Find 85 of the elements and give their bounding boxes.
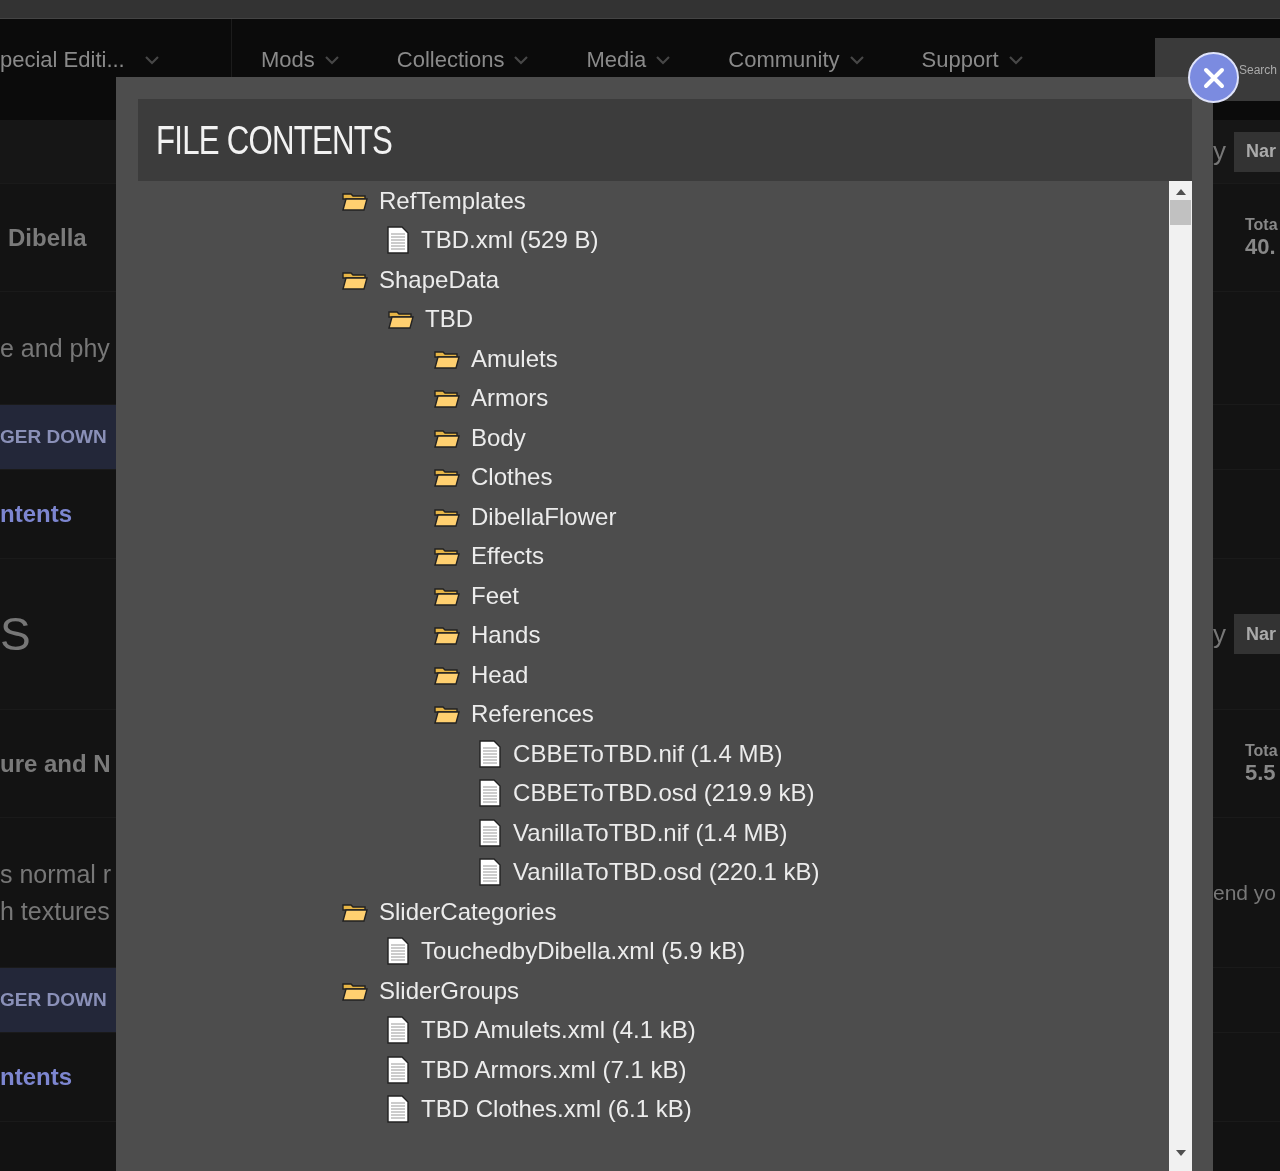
folder-icon	[342, 269, 368, 290]
file-item[interactable]: VanillaToTBD.nif (1.4 MB)	[342, 813, 1169, 853]
chevron-down-icon	[656, 55, 671, 65]
folder-icon	[434, 664, 460, 685]
folder-icon	[434, 427, 460, 448]
folder-item[interactable]: Body	[342, 418, 1169, 458]
sort-label: y	[1213, 618, 1226, 650]
file-icon	[387, 1095, 410, 1124]
folder-item[interactable]: ShapeData	[342, 260, 1169, 300]
folder-item[interactable]: SliderCategories	[342, 892, 1169, 932]
folder-item[interactable]: Clothes	[342, 457, 1169, 497]
file-icon	[387, 937, 410, 966]
file-item[interactable]: CBBEToTBD.nif (1.4 MB)	[342, 734, 1169, 774]
folder-icon	[434, 348, 460, 369]
close-icon	[1202, 66, 1225, 89]
chevron-down-icon	[849, 55, 864, 65]
folder-item[interactable]: Effects	[342, 536, 1169, 576]
nav-menu-item[interactable]: Support	[892, 47, 1052, 73]
folder-item[interactable]: RefTemplates	[342, 181, 1169, 221]
download-button[interactable]: GER DOWN	[0, 968, 116, 1032]
folder-icon	[434, 467, 460, 488]
total-value: 40.	[1244, 233, 1276, 260]
nav-menu-item[interactable]: Community	[699, 47, 893, 73]
file-icon	[479, 779, 502, 808]
folder-icon	[434, 546, 460, 567]
folder-icon	[342, 980, 368, 1001]
download-button[interactable]: GER DOWN	[0, 405, 116, 469]
total-label: Tota	[1244, 215, 1278, 234]
chevron-down-icon	[144, 55, 159, 65]
section-heading: S	[0, 607, 32, 661]
nav-menu-item[interactable]: Media	[557, 47, 700, 73]
file-icon	[479, 739, 502, 768]
folder-item[interactable]: SliderGroups	[342, 971, 1169, 1011]
file-contents-link[interactable]: ntents	[0, 1063, 116, 1091]
scroll-down-icon[interactable]	[1175, 1149, 1186, 1157]
file-item[interactable]: VanillaToTBD.osd (220.1 kB)	[342, 852, 1169, 892]
folder-icon	[342, 901, 368, 922]
nav-menu-item[interactable]: pecial Editi...	[0, 47, 231, 73]
file-icon	[479, 858, 502, 887]
mod-title: Dibella	[7, 223, 88, 252]
chevron-down-icon	[514, 55, 529, 65]
folder-icon	[434, 506, 460, 527]
file-item[interactable]: TBD Clothes.xml (6.1 kB)	[342, 1089, 1169, 1129]
folder-icon	[434, 388, 460, 409]
folder-item[interactable]: Feet	[342, 576, 1169, 616]
total-value: 5.5	[1244, 759, 1276, 786]
folder-item[interactable]: TBD	[342, 299, 1169, 339]
folder-icon	[434, 704, 460, 725]
folder-icon	[434, 625, 460, 646]
scroll-up-icon[interactable]	[1175, 188, 1186, 196]
description-line: h textures	[0, 895, 111, 927]
sort-dropdown[interactable]: Nar	[1234, 131, 1280, 172]
file-icon	[479, 818, 502, 847]
file-contents-link[interactable]: ntents	[0, 500, 116, 528]
total-label: Tota	[1244, 741, 1278, 760]
description-line: e and phy	[0, 332, 111, 364]
modal-title: FILE CONTENTS	[156, 117, 392, 163]
file-icon	[387, 226, 410, 255]
mod-title: ure and N	[0, 749, 112, 778]
description-line: end yo	[1213, 880, 1277, 906]
scroll-thumb[interactable]	[1170, 200, 1191, 225]
description-line: s normal r	[0, 858, 113, 890]
folder-item[interactable]: Hands	[342, 615, 1169, 655]
chevron-down-icon	[324, 55, 339, 65]
folder-icon	[342, 190, 368, 211]
nav-menu-item[interactable]: Mods	[232, 47, 368, 73]
file-item[interactable]: TBD Amulets.xml (4.1 kB)	[342, 1010, 1169, 1050]
sort-label: y	[1213, 136, 1226, 167]
folder-item[interactable]: Amulets	[342, 339, 1169, 379]
sort-dropdown[interactable]: Nar	[1234, 614, 1280, 654]
file-icon	[387, 1016, 410, 1045]
file-item[interactable]: CBBEToTBD.osd (219.9 kB)	[342, 773, 1169, 813]
file-icon	[387, 1055, 410, 1084]
file-item[interactable]: TBD.xml (529 B)	[342, 220, 1169, 260]
nav-menu-item[interactable]: Collections	[367, 47, 558, 73]
file-item[interactable]: TouchedbyDibella.xml (5.9 kB)	[342, 931, 1169, 971]
folder-item[interactable]: DibellaFlower	[342, 497, 1169, 537]
folder-icon	[388, 309, 414, 330]
folder-item[interactable]: References	[342, 694, 1169, 734]
folder-item[interactable]: Head	[342, 655, 1169, 695]
folder-item[interactable]: Armors	[342, 378, 1169, 418]
folder-icon	[434, 585, 460, 606]
file-item[interactable]: TBD Armors.xml (7.1 kB)	[342, 1050, 1169, 1090]
chevron-down-icon	[1008, 55, 1023, 65]
scrollbar[interactable]	[1169, 181, 1192, 1171]
